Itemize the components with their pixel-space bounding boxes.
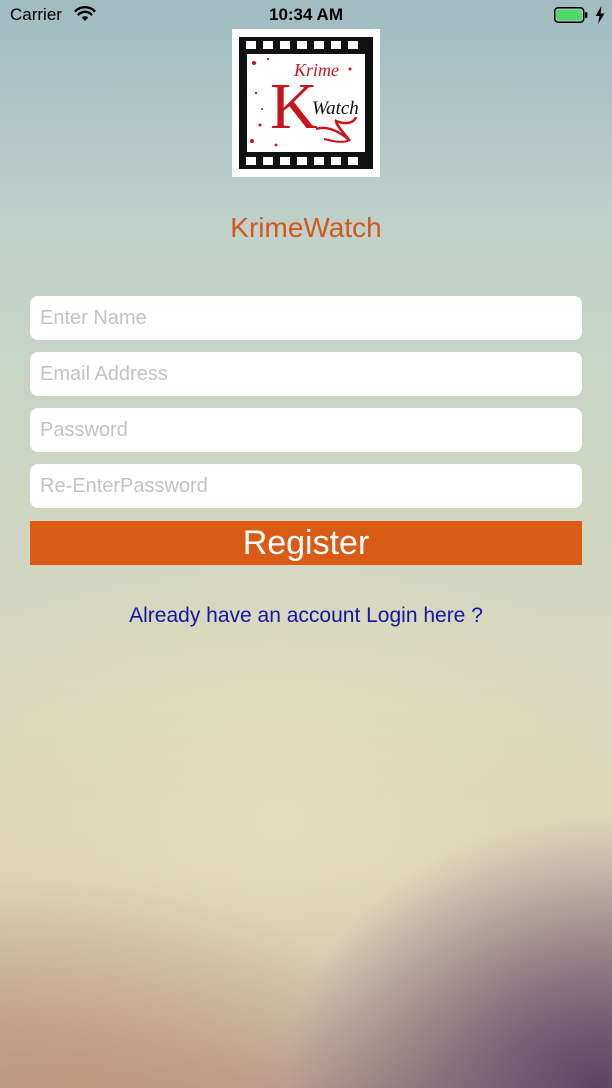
battery-icon [554,7,588,23]
email-input[interactable] [30,352,582,396]
clock: 10:34 AM [268,5,343,24]
status-bar: Carrier 10:34 AM [0,0,612,32]
charging-bolt-icon [595,6,605,24]
svg-text:K: K [270,70,318,143]
reenter-password-input[interactable] [30,464,582,508]
register-button[interactable]: Register [30,521,582,565]
app-logo: K Krime Watch [232,29,380,177]
app-title: KrimeWatch [230,212,382,243]
svg-text:Krime: Krime [293,60,339,80]
name-input[interactable] [30,296,582,340]
svg-text:Watch: Watch [312,98,359,119]
film-strip-logo-icon: K Krime Watch [239,37,373,169]
password-input[interactable] [30,408,582,452]
login-link[interactable]: Already have an account Login here ? [0,604,612,628]
